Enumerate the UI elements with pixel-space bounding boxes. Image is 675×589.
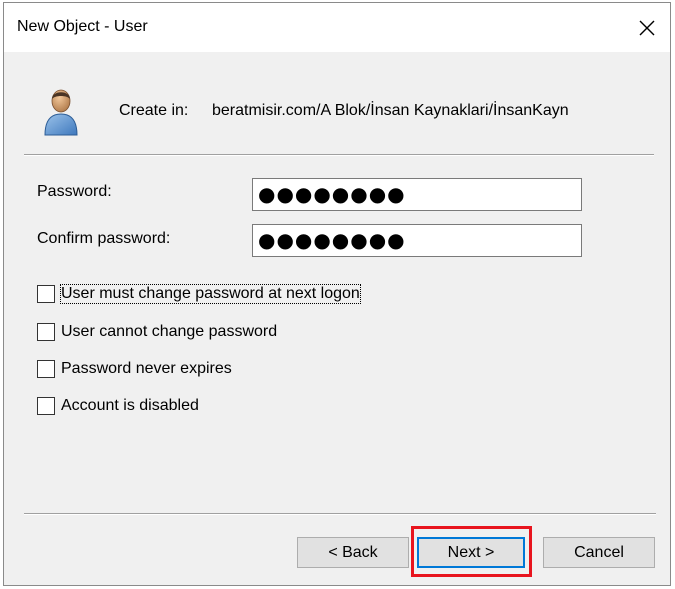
confirm-password-field[interactable]: ●●●●●●●● bbox=[252, 224, 582, 257]
separator bbox=[24, 154, 654, 156]
must-change-password-label: User must change password at next logon bbox=[60, 284, 361, 304]
dialog-body: Create in: beratmisir.com/A Blok/İnsan K… bbox=[4, 52, 670, 585]
cannot-change-password-option[interactable]: User cannot change password bbox=[37, 321, 277, 343]
password-field[interactable]: ●●●●●●●● bbox=[252, 178, 582, 211]
cannot-change-password-checkbox[interactable] bbox=[37, 323, 55, 341]
next-button[interactable]: Next > bbox=[417, 537, 525, 568]
cancel-button[interactable]: Cancel bbox=[543, 537, 655, 568]
user-icon bbox=[44, 89, 78, 136]
account-disabled-label: Account is disabled bbox=[61, 397, 199, 414]
create-in-path: beratmisir.com/A Blok/İnsan Kaynaklari/İ… bbox=[212, 102, 569, 119]
password-never-expires-label: Password never expires bbox=[61, 360, 232, 377]
account-disabled-option[interactable]: Account is disabled bbox=[37, 395, 199, 417]
must-change-password-option[interactable]: User must change password at next logon bbox=[37, 283, 361, 305]
close-icon bbox=[639, 20, 655, 35]
close-button[interactable] bbox=[624, 3, 670, 52]
password-label: Password: bbox=[37, 183, 112, 200]
must-change-password-checkbox[interactable] bbox=[37, 285, 55, 303]
new-object-user-dialog: New Object - User Create in: beratmisir.… bbox=[3, 2, 671, 586]
back-button[interactable]: < Back bbox=[297, 537, 409, 568]
confirm-password-label: Confirm password: bbox=[37, 230, 171, 247]
create-in-label: Create in: bbox=[119, 102, 189, 119]
separator bbox=[24, 513, 656, 515]
account-disabled-checkbox[interactable] bbox=[37, 397, 55, 415]
window-title: New Object - User bbox=[17, 18, 148, 35]
cannot-change-password-label: User cannot change password bbox=[61, 323, 278, 340]
password-never-expires-checkbox[interactable] bbox=[37, 360, 55, 378]
password-never-expires-option[interactable]: Password never expires bbox=[37, 358, 232, 380]
title-bar: New Object - User bbox=[4, 3, 670, 52]
